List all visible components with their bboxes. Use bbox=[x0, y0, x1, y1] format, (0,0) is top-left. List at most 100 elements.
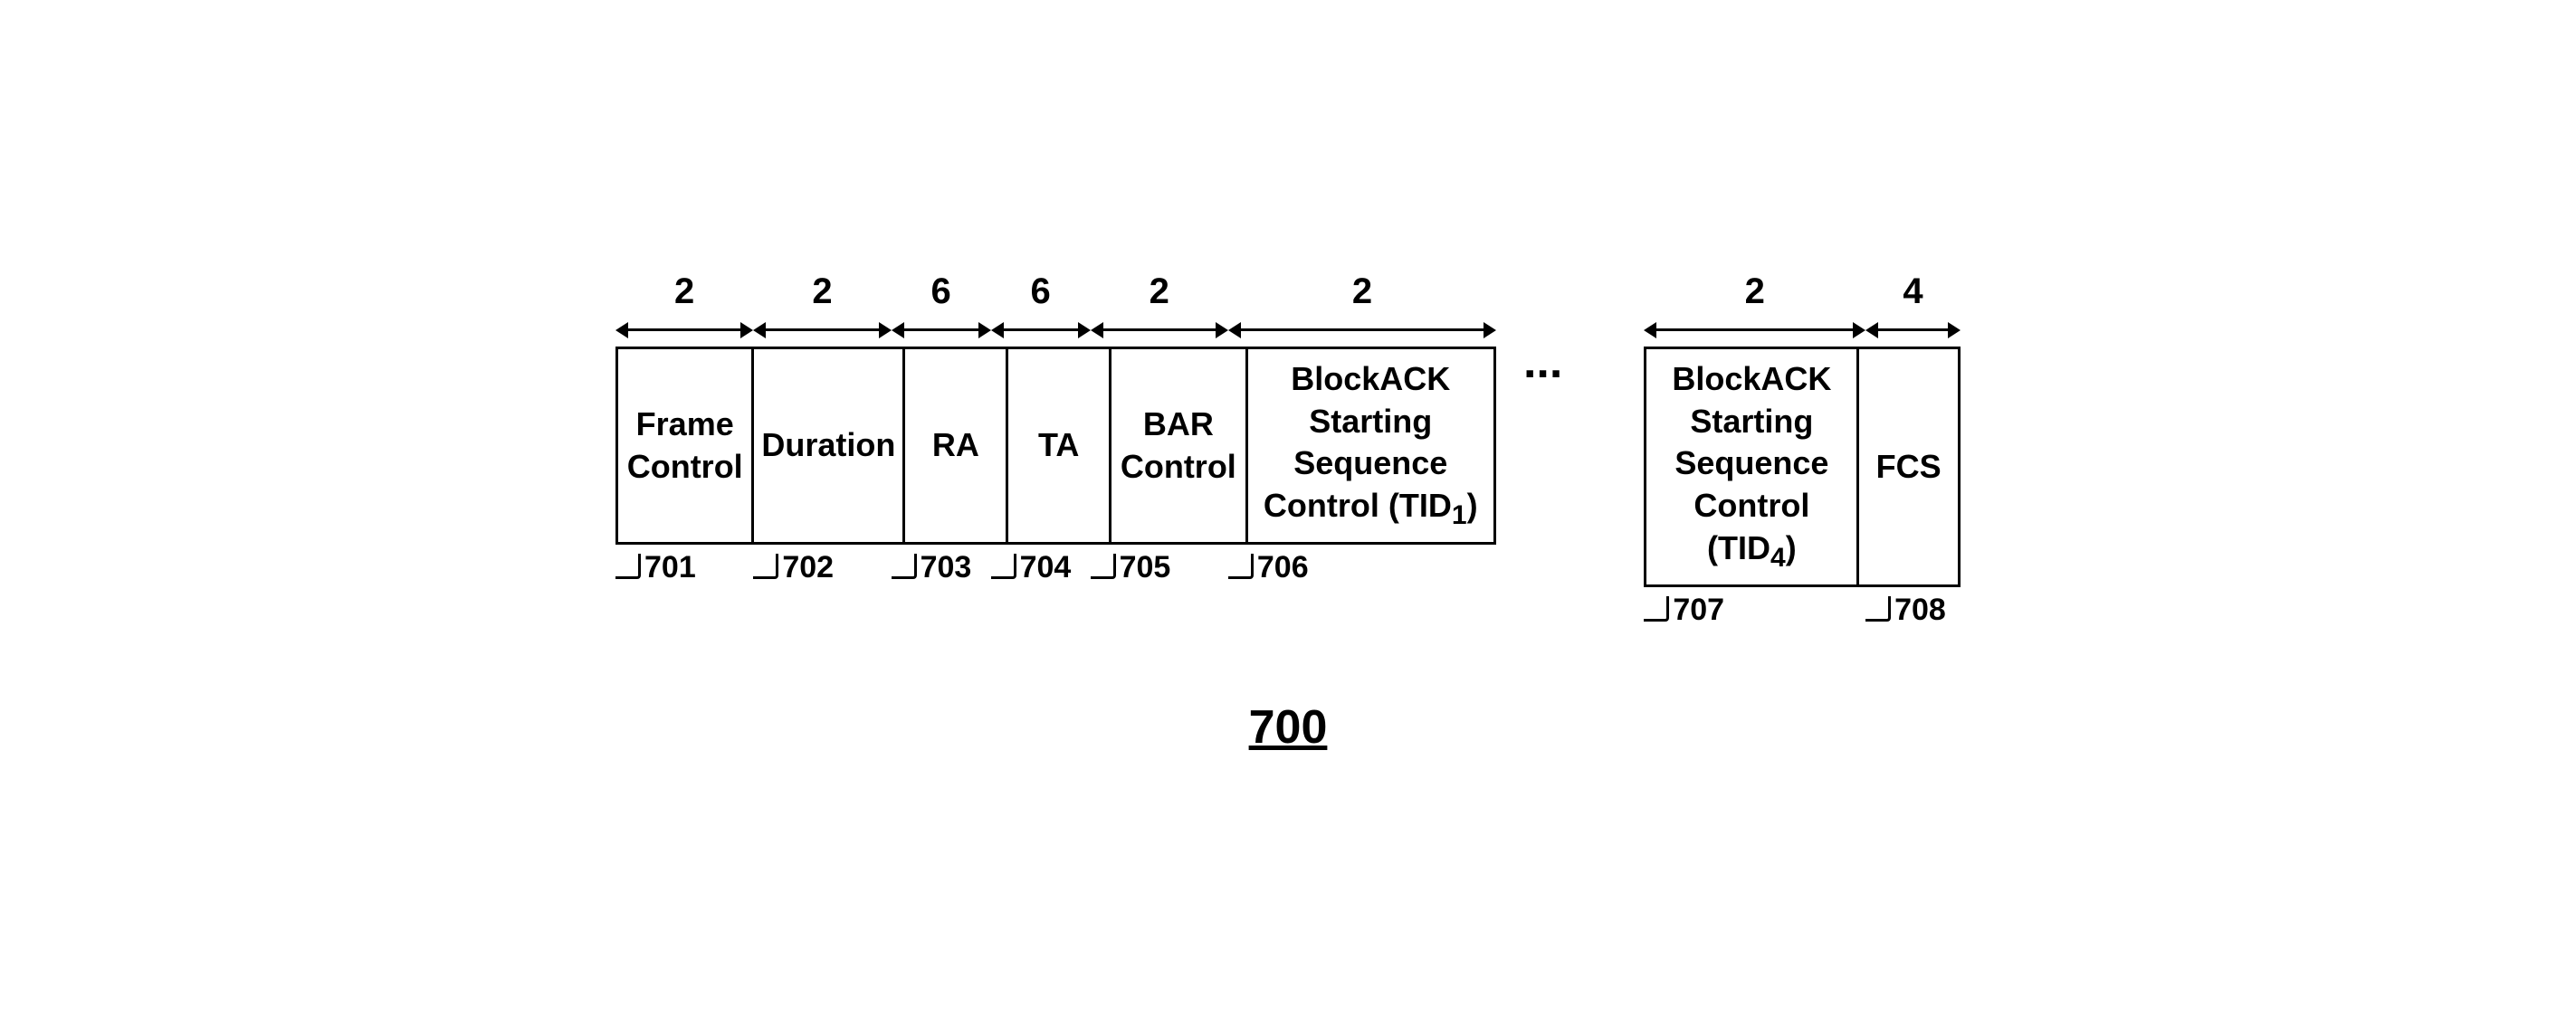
arrowhead-left-bss4 bbox=[1644, 322, 1656, 338]
cell-ra: RA bbox=[905, 347, 1008, 546]
main-cells-row: Frame Control Duration RA TA BARControl … bbox=[615, 347, 1496, 546]
arrowhead-right-bss1 bbox=[1484, 322, 1496, 338]
line-ra bbox=[904, 328, 978, 331]
arrow-bss4-double bbox=[1644, 318, 1865, 343]
blocks-row: 2 2 bbox=[615, 271, 1961, 628]
label-group-fc: 701 bbox=[615, 548, 753, 585]
cell-frame-control: Frame Control bbox=[615, 347, 754, 546]
arrowhead-right-ra bbox=[978, 322, 991, 338]
main-block: 2 2 bbox=[615, 271, 1496, 586]
arrow-dur: 2 bbox=[753, 271, 891, 343]
arrow-fcs-double bbox=[1865, 318, 1961, 343]
arrowhead-left-ra bbox=[892, 322, 904, 338]
cell-ra-text: RA bbox=[932, 424, 979, 467]
label-text-ta: 704 bbox=[1020, 548, 1072, 585]
arrowhead-left-fc bbox=[615, 322, 628, 338]
label-bracket-bss1 bbox=[1228, 554, 1254, 579]
ellipsis: ... bbox=[1496, 271, 1589, 452]
main-labels-row: 701 702 703 704 705 bbox=[615, 548, 1496, 585]
arrow-bar-double bbox=[1091, 318, 1228, 343]
arrow-bss1: 2 bbox=[1228, 271, 1496, 343]
arrow-bss4-label: 2 bbox=[1745, 271, 1765, 312]
cell-bss1-text: BlockACKStartingSequenceControl (TID1) bbox=[1264, 358, 1478, 534]
arrow-fcs-label: 4 bbox=[1903, 271, 1922, 312]
arrowhead-right-fc bbox=[740, 322, 753, 338]
arrow-fc-double bbox=[615, 318, 753, 343]
cell-fcs: FCS bbox=[1859, 347, 1961, 587]
arrowhead-left-ta bbox=[991, 322, 1004, 338]
label-group-bss1: 706 bbox=[1228, 548, 1496, 585]
diagram-wrapper: 2 2 bbox=[0, 235, 2576, 791]
label-group-bar: 705 bbox=[1091, 548, 1228, 585]
label-text-bss4: 707 bbox=[1673, 591, 1724, 628]
label-text-bss1: 706 bbox=[1257, 548, 1309, 585]
label-group-fcs: 708 bbox=[1865, 591, 1961, 628]
arrow-bss4: 2 bbox=[1644, 271, 1865, 343]
arrow-ta: 6 bbox=[991, 271, 1091, 343]
arrowhead-right-bss4 bbox=[1853, 322, 1865, 338]
cell-dur-text: Duration bbox=[761, 424, 895, 467]
arrow-bss1-label: 2 bbox=[1352, 271, 1372, 312]
arrow-bar: 2 bbox=[1091, 271, 1228, 343]
label-text-dur: 702 bbox=[782, 548, 834, 585]
arrow-ra-double bbox=[892, 318, 991, 343]
arrowhead-right-bar bbox=[1216, 322, 1228, 338]
label-bracket-bar bbox=[1091, 554, 1116, 579]
label-text-bar: 705 bbox=[1120, 548, 1171, 585]
arrow-ta-label: 6 bbox=[1030, 271, 1050, 312]
line-dur bbox=[766, 328, 878, 331]
arrowhead-left-bss1 bbox=[1228, 322, 1241, 338]
label-group-dur: 702 bbox=[753, 548, 891, 585]
label-text-ra: 703 bbox=[921, 548, 972, 585]
label-bracket-bss4 bbox=[1644, 596, 1669, 622]
line-bss4 bbox=[1656, 328, 1853, 331]
arrowhead-right-fcs bbox=[1948, 322, 1961, 338]
label-bracket-fc bbox=[615, 554, 641, 579]
right-arrows-row: 2 4 bbox=[1644, 271, 1961, 343]
label-bracket-fcs bbox=[1865, 596, 1891, 622]
cell-fc-text: Frame Control bbox=[625, 404, 744, 489]
label-bracket-dur bbox=[753, 554, 778, 579]
arrow-ra: 6 bbox=[892, 271, 991, 343]
arrowhead-left-dur bbox=[753, 322, 766, 338]
cell-bar-text: BARControl bbox=[1121, 404, 1236, 489]
line-ta bbox=[1004, 328, 1078, 331]
arrowhead-left-fcs bbox=[1865, 322, 1878, 338]
label-group-ra: 703 bbox=[892, 548, 991, 585]
cell-blockack-seq1: BlockACKStartingSequenceControl (TID1) bbox=[1248, 347, 1496, 546]
cell-duration: Duration bbox=[754, 347, 905, 546]
line-fc bbox=[628, 328, 740, 331]
label-bracket-ra bbox=[892, 554, 917, 579]
arrow-bar-label: 2 bbox=[1150, 271, 1169, 312]
cell-ta: TA bbox=[1008, 347, 1111, 546]
label-group-ta: 704 bbox=[991, 548, 1091, 585]
cell-ta-text: TA bbox=[1038, 424, 1079, 467]
arrow-fc-label: 2 bbox=[674, 271, 694, 312]
arrowhead-left-bar bbox=[1091, 322, 1103, 338]
cell-blockack-seq4: BlockACKStartingSequenceControl (TID4) bbox=[1644, 347, 1859, 587]
line-fcs bbox=[1878, 328, 1948, 331]
arrowhead-right-ta bbox=[1078, 322, 1091, 338]
line-bar bbox=[1103, 328, 1216, 331]
figure-label: 700 bbox=[1249, 700, 1328, 755]
label-text-fc: 701 bbox=[644, 548, 696, 585]
right-block: 2 4 bbox=[1644, 271, 1961, 628]
right-labels-row: 707 708 bbox=[1644, 591, 1961, 628]
label-group-bss4: 707 bbox=[1644, 591, 1865, 628]
arrow-dur-double bbox=[753, 318, 891, 343]
arrow-ra-label: 6 bbox=[930, 271, 950, 312]
arrow-dur-label: 2 bbox=[812, 271, 832, 312]
line-bss1 bbox=[1241, 328, 1484, 331]
cell-bss4-text: BlockACKStartingSequenceControl (TID4) bbox=[1654, 358, 1849, 575]
arrow-bss1-double bbox=[1228, 318, 1496, 343]
cell-bar-control: BARControl bbox=[1111, 347, 1247, 546]
arrowhead-right-dur bbox=[879, 322, 892, 338]
right-cells-row: BlockACKStartingSequenceControl (TID4) F… bbox=[1644, 347, 1961, 587]
label-text-fcs: 708 bbox=[1894, 591, 1946, 628]
arrow-fcs: 4 bbox=[1865, 271, 1961, 343]
cell-fcs-text: FCS bbox=[1876, 446, 1942, 489]
arrow-ta-double bbox=[991, 318, 1091, 343]
main-arrows-row: 2 2 bbox=[615, 271, 1496, 343]
label-bracket-ta bbox=[991, 554, 1016, 579]
arrow-fc: 2 bbox=[615, 271, 753, 343]
